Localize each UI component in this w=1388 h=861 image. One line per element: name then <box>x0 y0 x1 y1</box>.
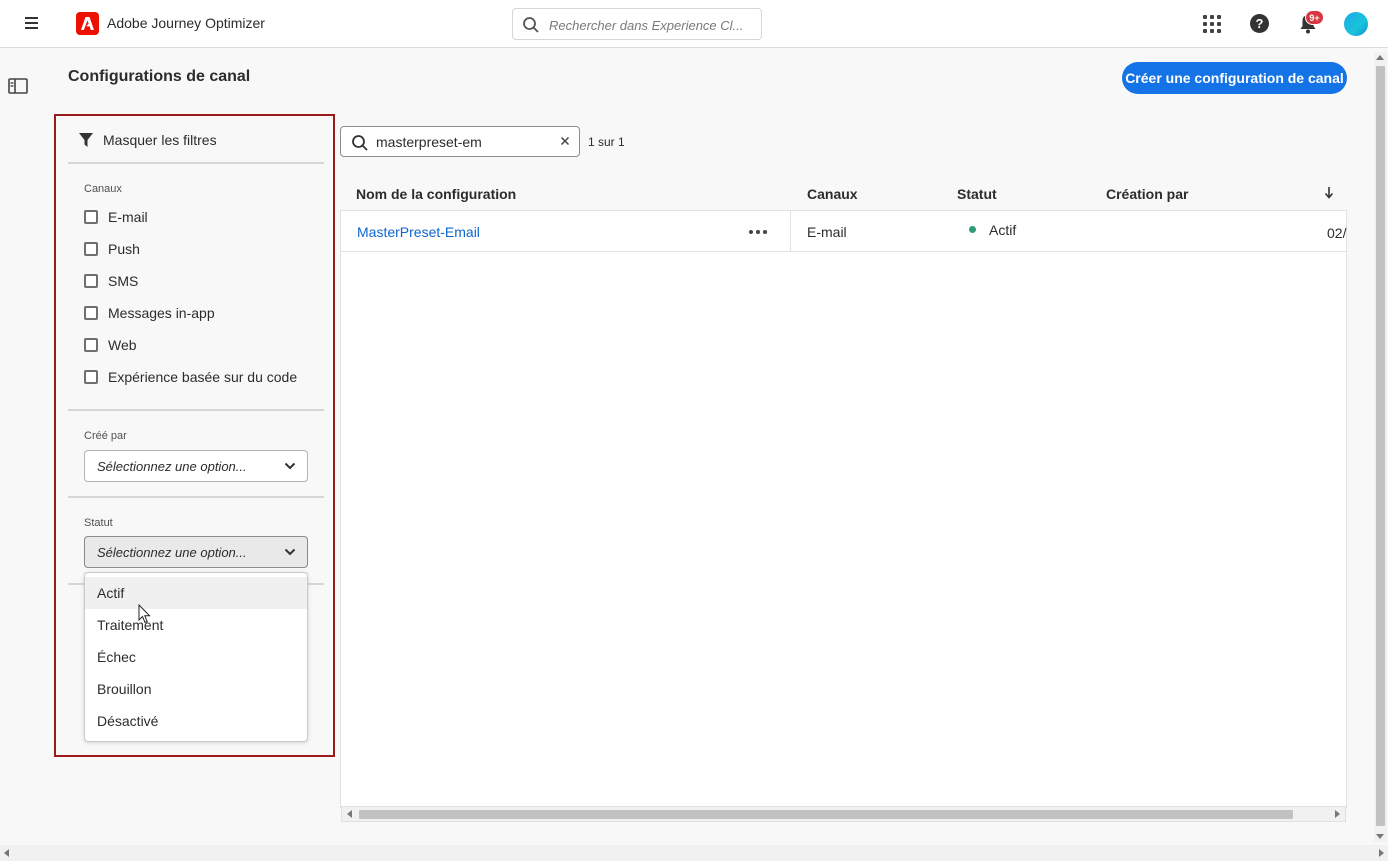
global-search[interactable] <box>512 8 762 40</box>
column-header-channels[interactable]: Canaux <box>807 186 858 202</box>
scroll-down-arrow[interactable] <box>1376 834 1384 839</box>
column-divider <box>790 211 791 252</box>
column-header-created-by[interactable]: Création par <box>1106 186 1188 202</box>
apps-icon[interactable] <box>1201 13 1223 35</box>
menu-icon[interactable] <box>22 14 42 34</box>
status-value: Sélectionnez une option... <box>97 545 247 560</box>
top-header: Adobe Journey Optimizer ? 9+ <box>0 0 1388 48</box>
notification-badge: 9+ <box>1305 10 1324 25</box>
clear-icon[interactable] <box>559 135 571 147</box>
channel-option-label: SMS <box>108 273 139 289</box>
checkbox[interactable] <box>84 274 98 288</box>
status-label: Statut <box>84 517 113 529</box>
status-option-draft[interactable]: Brouillon <box>85 673 307 705</box>
checkbox[interactable] <box>84 210 98 224</box>
page-title: Configurations de canal <box>68 68 251 85</box>
channel-checkbox-web[interactable]: Web <box>84 335 137 355</box>
scroll-left-arrow[interactable] <box>4 849 9 857</box>
config-date-partial: 02/ <box>1327 225 1347 241</box>
channel-checkbox-email[interactable]: E-mail <box>84 207 148 227</box>
table-header: Nom de la configuration Canaux Statut Cr… <box>340 175 1347 211</box>
channel-option-label: Expérience basée sur du code <box>108 369 298 385</box>
created-by-label: Créé par <box>84 430 127 442</box>
adobe-logo[interactable] <box>76 12 99 35</box>
channel-option-label: Web <box>108 337 137 353</box>
scrollbar-thumb[interactable] <box>1376 66 1385 826</box>
channel-option-label: E-mail <box>108 209 148 225</box>
scrollbar-thumb[interactable] <box>359 810 1293 819</box>
config-name-link[interactable]: MasterPreset-Email <box>357 224 480 240</box>
chevron-down-icon <box>284 462 296 470</box>
channel-checkbox-inapp[interactable]: Messages in-app <box>84 303 215 323</box>
filter-icon <box>79 133 93 147</box>
table-horizontal-scrollbar[interactable] <box>341 806 1346 822</box>
create-channel-config-button[interactable]: Créer une configuration de canal <box>1122 62 1347 94</box>
channels-label: Canaux <box>84 183 122 195</box>
status-dot-icon <box>969 226 976 233</box>
rail-toggle-icon[interactable] <box>8 78 28 94</box>
page-horizontal-scrollbar[interactable] <box>0 845 1388 861</box>
search-icon <box>352 135 368 151</box>
column-header-status[interactable]: Statut <box>957 186 997 202</box>
created-by-value: Sélectionnez une option... <box>97 459 247 474</box>
status-option-active[interactable]: Actif <box>85 577 307 609</box>
channel-checkbox-code[interactable]: Expérience basée sur du code <box>84 367 297 387</box>
config-channel: E-mail <box>807 224 847 240</box>
sort-arrow-down-icon[interactable] <box>1324 186 1334 199</box>
chevron-down-icon <box>284 548 296 556</box>
global-search-input[interactable] <box>549 15 749 35</box>
channel-checkbox-push[interactable]: Push <box>84 239 140 259</box>
checkbox[interactable] <box>84 370 98 384</box>
search-icon <box>523 17 539 33</box>
channel-option-label: Push <box>108 241 140 257</box>
status-dropdown-menu: Actif Traitement Échec Brouillon Désacti… <box>84 572 308 742</box>
checkbox[interactable] <box>84 338 98 352</box>
avatar[interactable] <box>1344 12 1368 36</box>
channel-checkbox-sms[interactable]: SMS <box>84 271 138 291</box>
scroll-left-arrow[interactable] <box>347 810 352 818</box>
channel-option-label: Messages in-app <box>108 305 215 321</box>
mouse-cursor-icon <box>138 604 151 624</box>
scroll-right-arrow[interactable] <box>1379 849 1384 857</box>
scroll-right-arrow[interactable] <box>1335 810 1340 818</box>
page-vertical-scrollbar[interactable] <box>1374 52 1387 842</box>
results-search-input[interactable] <box>376 133 551 151</box>
table-body: MasterPreset-Email E-mail Actif 02/ <box>340 210 1347 808</box>
status-select[interactable]: Sélectionnez une option... <box>84 536 308 568</box>
results-search[interactable] <box>340 126 580 157</box>
filter-divider <box>68 409 324 411</box>
hide-filters-label: Masquer les filtres <box>103 132 217 148</box>
config-status: Actif <box>989 222 1017 238</box>
status-option-deactivated[interactable]: Désactivé <box>85 705 307 737</box>
checkbox[interactable] <box>84 306 98 320</box>
app-title: Adobe Journey Optimizer <box>107 15 265 31</box>
created-by-select[interactable]: Sélectionnez une option... <box>84 450 308 482</box>
configurations-table: Nom de la configuration Canaux Statut Cr… <box>340 175 1347 823</box>
status-option-processing[interactable]: Traitement <box>85 609 307 641</box>
status-option-failed[interactable]: Échec <box>85 641 307 673</box>
result-count: 1 sur 1 <box>588 135 625 149</box>
help-icon[interactable]: ? <box>1250 14 1269 33</box>
filter-divider <box>68 162 324 164</box>
column-header-name[interactable]: Nom de la configuration <box>356 186 516 202</box>
table-row[interactable]: MasterPreset-Email E-mail Actif 02/ <box>341 211 1346 252</box>
filter-divider <box>68 496 324 498</box>
scroll-up-arrow[interactable] <box>1376 55 1384 60</box>
checkbox[interactable] <box>84 242 98 256</box>
hide-filters-toggle[interactable]: Masquer les filtres <box>78 130 217 150</box>
more-actions-icon[interactable] <box>749 230 767 235</box>
